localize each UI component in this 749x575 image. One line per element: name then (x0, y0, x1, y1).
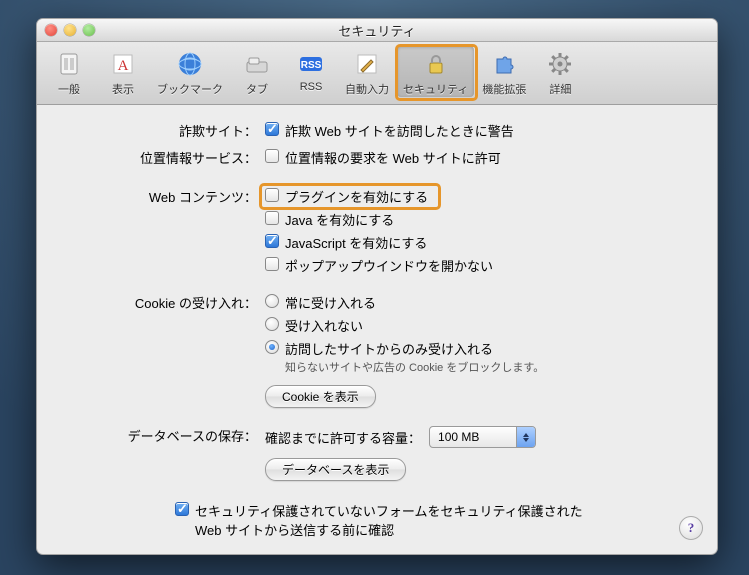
block-popups-text: ポップアップウインドウを開かない (285, 256, 493, 275)
enable-plugins-text: プラグインを有効にする (285, 187, 428, 206)
preferences-window: セキュリティ 一般 A 表示 ブックマーク タブ RSS RSS 自動入力 セキュリ… (36, 18, 718, 555)
cookie-always-text: 常に受け入れる (285, 293, 376, 312)
cookie-always-radio[interactable] (265, 294, 279, 308)
toolbar-extensions[interactable]: 機能拡張 (476, 46, 532, 97)
toolbar-general-label: 一般 (58, 81, 80, 97)
cookie-visited-radio[interactable] (265, 340, 279, 354)
font-icon: A (107, 48, 139, 80)
cookie-never-text: 受け入れない (285, 316, 363, 335)
enable-plugins-checkbox[interactable] (265, 188, 279, 202)
block-popups-checkbox[interactable] (265, 257, 279, 271)
toolbar-advanced-label: 詳細 (549, 81, 571, 97)
fraud-warning-checkbox[interactable] (265, 122, 279, 136)
location-label: 位置情報サービス： (57, 148, 265, 171)
toolbar-autofill-label: 自動入力 (345, 81, 389, 97)
fraud-warning-text: 詐欺 Web サイトを訪問したときに警告 (285, 121, 514, 140)
svg-text:RSS: RSS (301, 60, 322, 71)
cookie-never-radio[interactable] (265, 317, 279, 331)
window-title: セキュリティ (37, 21, 717, 40)
switch-icon (53, 48, 85, 80)
cookie-visited-text: 訪問したサイトからのみ受け入れる (285, 339, 493, 358)
toolbar-bookmarks[interactable]: ブックマーク (151, 46, 229, 97)
insecure-form-text: セキュリティ保護されていないフォームをセキュリティ保護された Web サイトから… (195, 501, 605, 539)
database-quota-value: 100 MB (430, 430, 516, 444)
enable-javascript-text: JavaScript を有効にする (285, 233, 427, 252)
toolbar-security-label: セキュリティ (403, 81, 468, 97)
toolbar-extensions-label: 機能拡張 (482, 81, 526, 97)
enable-java-checkbox[interactable] (265, 211, 279, 225)
webcontent-label: Web コンテンツ： (57, 187, 265, 279)
location-allow-checkbox[interactable] (265, 149, 279, 163)
toolbar-autofill[interactable]: 自動入力 (339, 46, 395, 97)
toolbar-general[interactable]: 一般 (43, 46, 95, 97)
content-pane: 詐欺サイト： 詐欺 Web サイトを訪問したときに警告 位置情報サービス： 位置… (37, 105, 717, 554)
show-databases-button[interactable]: データベースを表示 (265, 458, 406, 481)
globe-icon (174, 48, 206, 80)
toolbar-tabs[interactable]: タブ (231, 46, 283, 97)
show-cookies-button[interactable]: Cookie を表示 (265, 385, 376, 408)
enable-java-text: Java を有効にする (285, 210, 394, 229)
gear-icon (544, 48, 576, 80)
toolbar-bookmarks-label: ブックマーク (157, 81, 223, 97)
database-quota-select[interactable]: 100 MB (429, 426, 536, 448)
location-allow-text: 位置情報の要求を Web サイトに許可 (285, 148, 501, 167)
titlebar: セキュリティ (37, 19, 717, 42)
tab-icon (241, 48, 273, 80)
select-arrows-icon (516, 427, 535, 447)
database-quota-label: 確認までに許可する容量： (265, 428, 421, 447)
toolbar-security[interactable]: セキュリティ (397, 46, 474, 97)
help-button[interactable]: ? (679, 516, 703, 540)
toolbar-rss[interactable]: RSS RSS (285, 46, 337, 93)
lock-icon (420, 48, 452, 80)
cookie-note: 知らないサイトや広告の Cookie をブロックします。 (285, 359, 691, 375)
svg-text:A: A (118, 58, 129, 74)
toolbar-advanced[interactable]: 詳細 (534, 46, 586, 97)
toolbar-tabs-label: タブ (246, 81, 268, 97)
toolbar-rss-label: RSS (300, 81, 323, 93)
toolbar: 一般 A 表示 ブックマーク タブ RSS RSS 自動入力 セキュリティ 機能拡張… (37, 42, 717, 105)
toolbar-appearance-label: 表示 (112, 81, 134, 97)
pen-icon (351, 48, 383, 80)
enable-javascript-checkbox[interactable] (265, 234, 279, 248)
rss-icon: RSS (295, 48, 327, 80)
cookies-label: Cookie の受け入れ： (57, 293, 265, 408)
toolbar-appearance[interactable]: A 表示 (97, 46, 149, 97)
insecure-form-checkbox[interactable] (175, 502, 189, 516)
database-label: データベースの保存： (57, 426, 265, 481)
fraud-label: 詐欺サイト： (57, 121, 265, 144)
puzzle-icon (488, 48, 520, 80)
